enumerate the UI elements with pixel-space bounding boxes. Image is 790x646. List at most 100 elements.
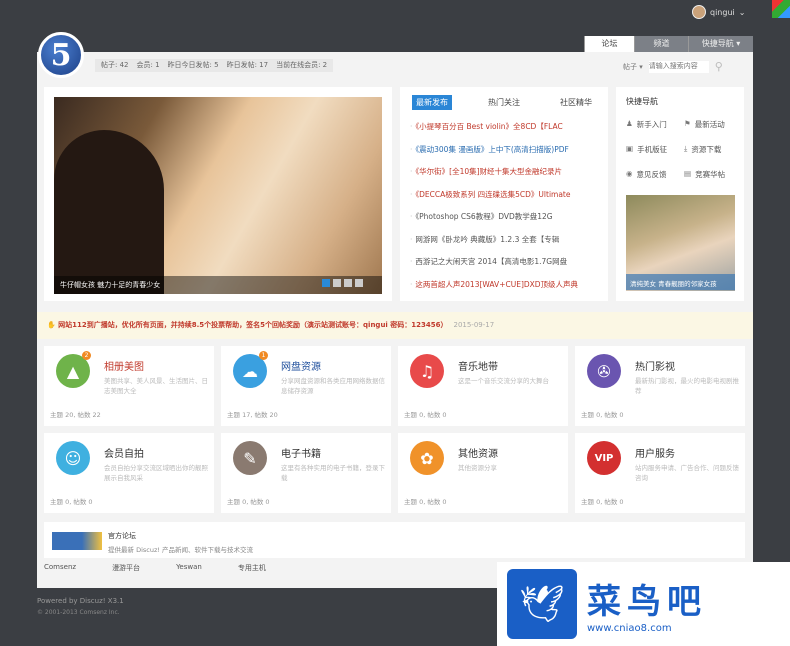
footer-link[interactable]: Comsenz [44, 563, 76, 573]
quick-nav-item[interactable]: ▣ 手机版征 [622, 141, 680, 158]
watermark-url: www.cniao8.com [587, 623, 672, 634]
corner-decoration [772, 0, 790, 18]
forum-stats: 帖子: 42 会员: 1 昨日今日发帖: 5 昨日发帖: 17 当前在线会员: 2 [95, 59, 334, 72]
forum-card[interactable]: ▲ 2 相册美图 美图共享、美人风景、生活图片、日志美图大全 主题 20, 帖数 22 [44, 346, 214, 426]
forum-title[interactable]: 网盘资源 [281, 358, 321, 373]
forum-card[interactable]: ✿ 其他资源其他资源分享主题 0, 帖数 0 [398, 433, 568, 513]
forum-card[interactable]: ♫ 音乐地带 这是一个音乐交流分享的大舞台 主题 0, 帖数 0 [398, 346, 568, 426]
quick-nav-label: 竞赛华帖 [695, 170, 726, 179]
forum-stats: 主题 0, 帖数 0 [404, 498, 447, 506]
news-panel: 最新发布 热门关注 社区精华 《小提琴百分百 Best violin》全8CD【FL… [400, 87, 608, 301]
new-post-badge: 1 [259, 351, 268, 360]
notice-text[interactable]: ✋ 网站112到广播站，优化所有页面，并持续8.5个投票帮助，签名5个回帖奖励（… [47, 321, 447, 329]
leaf-icon[interactable]: ✿ [410, 441, 444, 475]
portrait-icon[interactable]: ☺ [56, 441, 90, 475]
search-icon[interactable]: ⚲ [715, 60, 723, 73]
stat-item: 帖子: 42 [101, 61, 129, 69]
forum-desc: 站内服务申请、广告合作、问题反馈咨询 [635, 464, 739, 482]
forum-title[interactable]: 相册美图 [104, 358, 144, 373]
tab-channel[interactable]: 频道 [634, 36, 688, 52]
news-item[interactable]: 《震动300集 漫画版》上中下(高清扫描版)PDF [410, 139, 600, 162]
tab-latest[interactable]: 最新发布 [412, 95, 452, 110]
forum-desc: 最新热门影视，最火的电影电视剧推荐 [635, 377, 739, 395]
download-icon: ⤓ [684, 144, 688, 153]
tab-featured[interactable]: 社区精华 [556, 95, 596, 110]
news-item[interactable]: 《华尔街》[全10集]财经十集大型金融纪录片 [410, 161, 600, 184]
news-item[interactable]: 西游记之大闹天宫 2014【高清电影1.7G网盘 [410, 251, 600, 274]
quick-nav-label: 意见反馈 [636, 170, 667, 179]
book-icon[interactable]: ✎ [233, 441, 267, 475]
news-item[interactable]: 这两首超人声2013[WAV+CUE]DXD顶级人声典 [410, 274, 600, 297]
tab-quick-nav[interactable]: 快捷导航 ▾ [688, 36, 753, 52]
news-item[interactable]: 《Photoshop CS6教程》DVD教学盘12G [410, 206, 600, 229]
forum-card[interactable]: ✎ 电子书籍 这里有各种实用的电子书籍，登录下载 主题 0, 帖数 0 [221, 433, 391, 513]
music-icon[interactable]: ♫ [410, 354, 444, 388]
forum-title[interactable]: 用户服务 [635, 445, 675, 460]
phone-icon: ▣ [626, 144, 634, 153]
news-item[interactable]: 网游网《卧龙吟 典藏版》1.2.3 全套【专辑 [410, 229, 600, 252]
quick-nav-label: 手机版征 [637, 145, 668, 154]
footer-links: Comsenz 漫游平台 Yeswan 专用主机 [44, 563, 266, 573]
forum-title[interactable]: 其他资源 [458, 445, 498, 460]
news-item[interactable]: 《小提琴百分百 Best violin》全8CD【FLAC [410, 116, 600, 139]
forum-desc: 分享网盘资源和各类应用网络数据信息储存资源 [281, 377, 385, 395]
forum-card[interactable]: ☁ 1 网盘资源 分享网盘资源和各类应用网络数据信息储存资源 主题 17, 帖数 20 [221, 346, 391, 426]
forum-card[interactable]: VIP 用户服务 站内服务申请、广告合作、问题反馈咨询 主题 0, 帖数 0 [575, 433, 745, 513]
tab-forum[interactable]: 论坛 [584, 36, 634, 52]
forum-stats: 主题 0, 帖数 0 [50, 498, 93, 506]
tab-hot[interactable]: 热门关注 [484, 95, 524, 110]
featured-image-caption[interactable]: 清纯美女 青春靓丽的邻家女孩 [626, 274, 735, 290]
slide-dot[interactable] [322, 279, 330, 287]
slide-dot[interactable] [344, 279, 352, 287]
quick-nav-grid: ♟ 新手入门 ⚑ 最新活动 ▣ 手机版征 ⤓ 资源下载 ◉ 意见反馈 ▤ 竞赛华帖 [616, 116, 744, 183]
quick-nav-label: 资源下载 [691, 145, 722, 154]
watermark: 🕊 菜鸟吧 www.cniao8.com [497, 562, 790, 646]
vip-icon[interactable]: VIP [587, 441, 621, 475]
notice-bar: ✋ 网站112到广播站，优化所有页面，并持续8.5个投票帮助，签名5个回帖奖励（… [37, 312, 753, 339]
forum-desc: 美图共享、美人风景、生活图片、日志美图大全 [104, 377, 208, 395]
film-icon[interactable]: ✇ [587, 354, 621, 388]
slide-dot[interactable] [355, 279, 363, 287]
forum-title[interactable]: 会员自拍 [104, 445, 144, 460]
quick-nav-item[interactable]: ▤ 竞赛华帖 [680, 166, 738, 183]
forum-stats: 主题 0, 帖数 0 [404, 411, 447, 419]
new-post-badge: 2 [82, 351, 91, 360]
notice-date: 2015-09-17 [453, 321, 495, 329]
forum-grid: ▲ 2 相册美图 美图共享、美人风景、生活图片、日志美图大全 主题 20, 帖数 22 ☁… [44, 346, 745, 513]
stat-item: 会员: 1 [136, 61, 160, 69]
nav-tabs: 论坛 频道 快捷导航 ▾ [584, 36, 753, 52]
footer-link[interactable]: Yeswan [176, 563, 202, 573]
site-logo[interactable]: 5 [38, 32, 84, 78]
forum-stats: 主题 0, 帖数 0 [227, 498, 270, 506]
bird-logo-icon: 🕊 [507, 569, 577, 639]
quick-nav-item[interactable]: ◉ 意见反馈 [622, 166, 680, 183]
quick-nav-item[interactable]: ⤓ 资源下载 [680, 141, 738, 158]
forum-title[interactable]: 电子书籍 [281, 445, 321, 460]
slide-image-horse [54, 130, 164, 294]
forum-title[interactable]: 音乐地带 [458, 358, 498, 373]
forum-card[interactable]: ☺ 会员自拍 会员自拍分享交流区域晒出你的靓照展示自我风采 主题 0, 帖数 0 [44, 433, 214, 513]
store-icon: ▤ [684, 169, 692, 178]
news-list: 《小提琴百分百 Best violin》全8CD【FLAC《震动300集 漫画版… [400, 110, 608, 296]
user-menu[interactable]: qingui ⌄ [692, 5, 745, 19]
search-input[interactable] [648, 60, 709, 73]
forum-title[interactable]: 热门影视 [635, 358, 675, 373]
forum-card[interactable]: ✇ 热门影视 最新热门影视，最火的电影电视剧推荐 主题 0, 帖数 0 [575, 346, 745, 426]
stat-item: 昨日发帖: 17 [226, 61, 269, 69]
friend-link-logo[interactable] [52, 532, 102, 550]
footer-link[interactable]: 漫游平台 [112, 563, 140, 573]
search-bar: 帖子 ▾ ⚲ [623, 60, 723, 73]
search-type-select[interactable]: 帖子 ▾ [623, 62, 643, 72]
footer-link[interactable]: 专用主机 [238, 563, 266, 573]
watermark-title: 菜鸟吧 [587, 582, 707, 622]
friend-link-name[interactable]: 官方论坛 [108, 531, 136, 541]
chevron-down-icon: ⌄ [738, 7, 746, 17]
copyright: © 2001-2013 Comsenz Inc. [37, 609, 120, 616]
slide-dot[interactable] [333, 279, 341, 287]
quick-nav-item[interactable]: ⚑ 最新活动 [680, 116, 738, 133]
quick-nav-item[interactable]: ♟ 新手入门 [622, 116, 680, 133]
user-icon: ♟ [626, 119, 633, 128]
news-item[interactable]: 《DECCA极致系列 四连碟选集5CD》Ultimate [410, 184, 600, 207]
forum-desc: 其他资源分享 [458, 464, 497, 472]
powered-by: Powered by Discuz! X3.1 [37, 597, 124, 605]
